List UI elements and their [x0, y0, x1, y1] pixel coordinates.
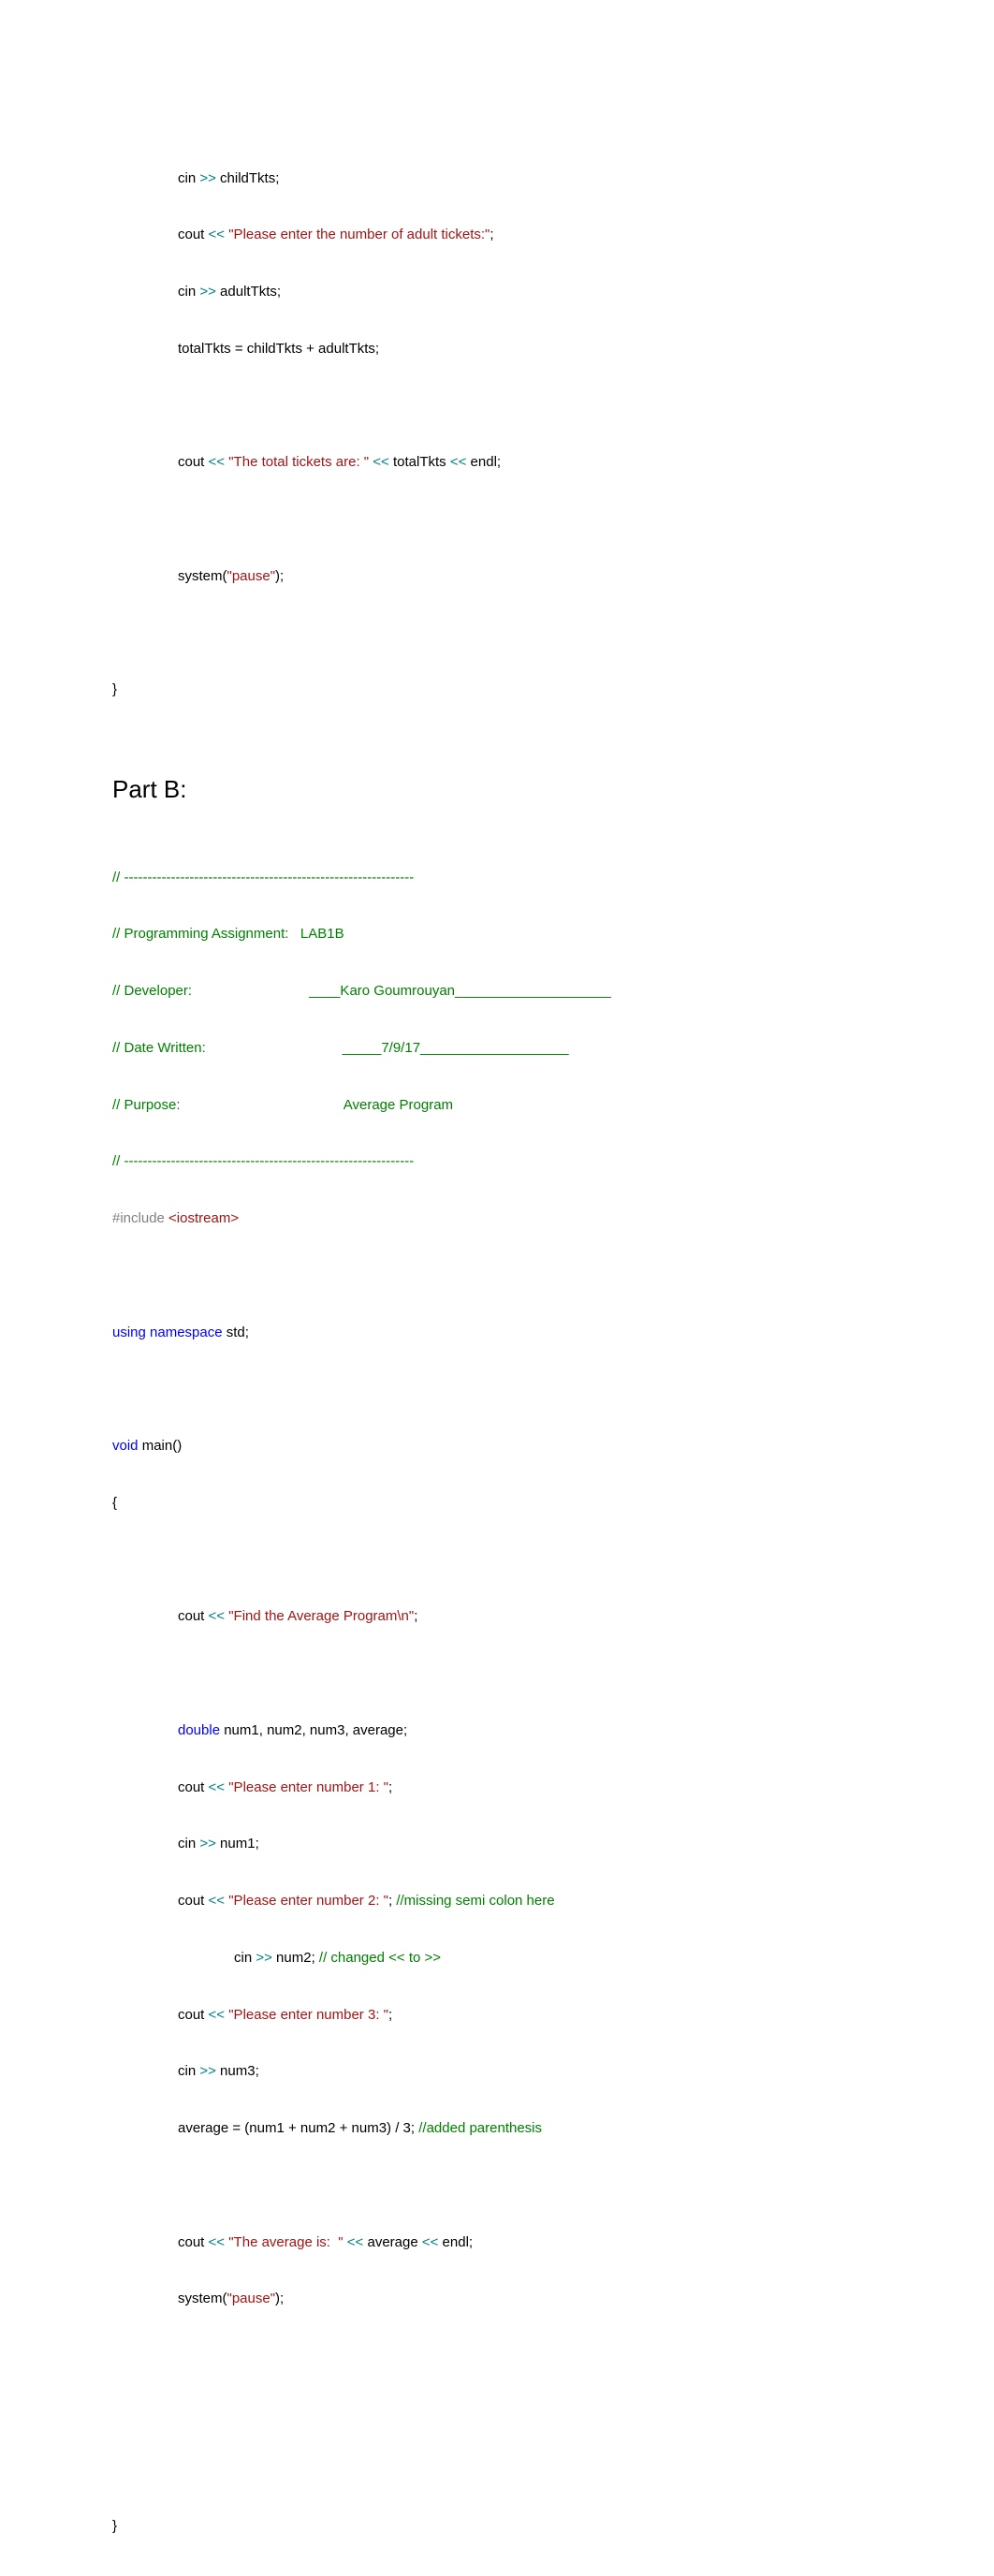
code-line: cout << "Please enter number 1: ";: [112, 1778, 882, 1797]
code-line: double num1, num2, num3, average;: [112, 1721, 882, 1740]
code-line: cin >> num1;: [112, 1835, 882, 1853]
blank-line: [112, 510, 882, 529]
code-line: }: [112, 681, 882, 699]
code-line: cout << "Please enter number 3: ";: [112, 2006, 882, 2025]
comment-line: // Developer: ____Karo Goumrouyan_______…: [112, 982, 882, 1001]
code-line: cin >> num2; // changed << to >>: [112, 1949, 882, 1968]
code-line: cout << "Find the Average Program\n";: [112, 1607, 882, 1626]
code-line: using namespace std;: [112, 1324, 882, 1342]
code-line: totalTkts = childTkts + adultTkts;: [112, 340, 882, 359]
comment-line: // -------------------------------------…: [112, 1152, 882, 1171]
blank-line: [112, 2176, 882, 2195]
code-line: cin >> num3;: [112, 2062, 882, 2081]
blank-line: [112, 1664, 882, 1683]
document-page: cin >> childTkts; cout << "Please enter …: [0, 0, 994, 2576]
blank-line: [112, 1266, 882, 1285]
comment-line: // Programming Assignment: LAB1B: [112, 925, 882, 944]
code-line: average = (num1 + num2 + num3) / 3; //ad…: [112, 2119, 882, 2138]
blank-line: [112, 2404, 882, 2422]
comment-line: // Purpose: Average Program: [112, 1096, 882, 1115]
code-line: }: [112, 2517, 882, 2536]
blank-line: [112, 1380, 882, 1398]
code-line: void main(): [112, 1437, 882, 1456]
code-line: system("pause");: [112, 567, 882, 586]
part-a-code: cin >> childTkts; cout << "Please enter …: [112, 131, 882, 738]
blank-line: [112, 397, 882, 416]
code-line: {: [112, 1494, 882, 1513]
comment-line: // -------------------------------------…: [112, 869, 882, 887]
code-line: cin >> adultTkts;: [112, 283, 882, 301]
comment-line: // Date Written: _____7/9/17____________…: [112, 1039, 882, 1058]
part-b-heading: Part B:: [112, 775, 882, 804]
blank-line: [112, 1551, 882, 1570]
code-line: cin >> childTkts;: [112, 169, 882, 188]
code-line: cout << "The total tickets are: " << tot…: [112, 453, 882, 472]
blank-line: [112, 2347, 882, 2365]
code-line: cout << "Please enter the number of adul…: [112, 226, 882, 244]
part-b-code: // -------------------------------------…: [112, 830, 882, 2574]
blank-line: [112, 2461, 882, 2480]
blank-line: [112, 624, 882, 643]
code-line: system("pause");: [112, 2290, 882, 2308]
code-line: #include <iostream>: [112, 1209, 882, 1228]
code-line: cout << "The average is: " << average <<…: [112, 2233, 882, 2252]
code-line: cout << "Please enter number 2: "; //mis…: [112, 1892, 882, 1910]
